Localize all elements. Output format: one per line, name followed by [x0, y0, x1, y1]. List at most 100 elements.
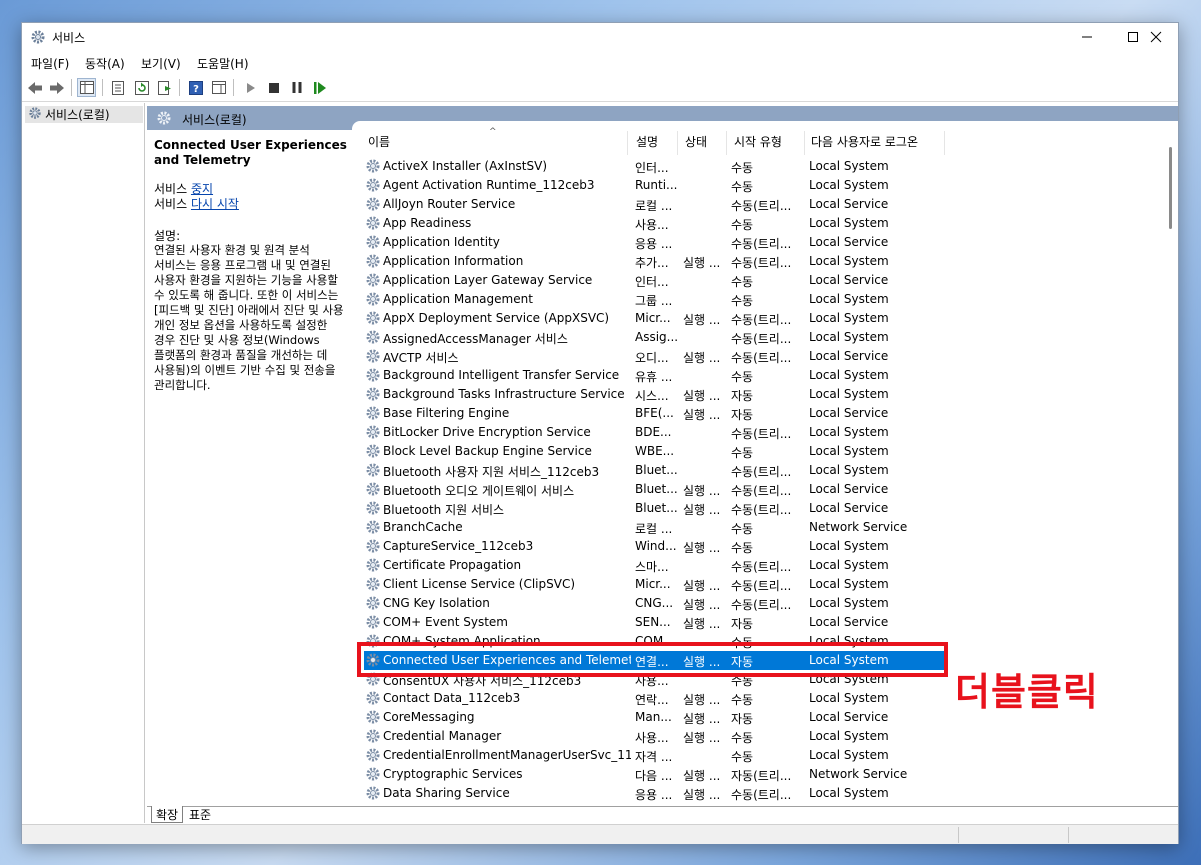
service-status: 실행 ...: [683, 389, 721, 403]
console-tree-icon[interactable]: [77, 78, 96, 97]
services-gear-icon: [156, 110, 172, 129]
service-gear-icon: [365, 690, 381, 709]
show-hide-pane-icon[interactable]: [209, 78, 228, 97]
service-name: AllJoyn Router Service: [383, 197, 516, 211]
service-row[interactable]: Block Level Backup Engine Service WBE... 수…: [364, 442, 944, 461]
service-startup-type: 자동: [731, 617, 754, 631]
service-row[interactable]: Bluetooth 지원 서비스 Bluet... 실행 ... 수동(트리... Lo…: [364, 499, 944, 518]
service-row[interactable]: AVCTP 서비스 오디... 실행 ... 수동(트리... Local Servic…: [364, 347, 944, 366]
services-gear-icon: [30, 29, 46, 48]
service-gear-icon: [365, 462, 381, 481]
service-row[interactable]: Application Identity 응용 ... 수동(트리... Local …: [364, 233, 944, 252]
stop-service-link[interactable]: 중지: [191, 182, 213, 196]
service-row[interactable]: Application Layer Gateway Service 인터... 수동…: [364, 271, 944, 290]
service-row[interactable]: Background Intelligent Transfer Service 유…: [364, 366, 944, 385]
service-row[interactable]: Application Information 추가... 실행 ... 수동(트리.…: [364, 252, 944, 271]
service-startup-type: 수동: [731, 541, 754, 555]
tab-extended[interactable]: 확장: [151, 806, 184, 823]
service-startup-type: 자동: [731, 389, 754, 403]
service-logon-as: Local Service: [809, 406, 889, 420]
column-header-startup[interactable]: 시작 유형: [734, 133, 810, 153]
service-row[interactable]: Agent Activation Runtime_112ceb3 Runti...…: [364, 176, 944, 195]
column-header-status[interactable]: 상태: [685, 133, 731, 153]
service-row[interactable]: AppX Deployment Service (AppXSVC) Micr...…: [364, 309, 944, 328]
export-list-icon[interactable]: [155, 78, 174, 97]
service-row[interactable]: App Readiness 사용... 수동 Local System: [364, 214, 944, 233]
service-row[interactable]: Credential Manager 사용... 실행 ... 수동 Local Sys…: [364, 727, 944, 746]
vertical-scrollbar[interactable]: [1164, 121, 1178, 806]
service-startup-type: 수동(트리...: [731, 427, 792, 441]
service-logon-as: Local Service: [809, 197, 889, 211]
service-name: CNG Key Isolation: [383, 596, 490, 610]
service-description: Runti...: [635, 178, 678, 192]
service-name: App Readiness: [383, 216, 472, 230]
service-row[interactable]: Data Sharing Service 응용 ... 실행 ... 수동(트리...…: [364, 784, 944, 803]
service-status: 실행 ...: [683, 712, 721, 726]
service-status: 실행 ...: [683, 769, 721, 783]
service-status: 실행 ...: [683, 503, 721, 517]
service-description: 자격 ...: [635, 750, 673, 764]
service-row[interactable]: CoreMessaging Man... 실행 ... 자동 Local Service: [364, 708, 944, 727]
action-prefix: 서비스: [154, 182, 188, 196]
service-gear-icon: [365, 310, 381, 329]
service-row[interactable]: Certificate Propagation 스마... 수동(트리... Loca…: [364, 556, 944, 575]
service-row[interactable]: CaptureService_112ceb3 Wind... 실행 ... 수동 Loc…: [364, 537, 944, 556]
service-gear-icon: [365, 215, 381, 234]
service-row[interactable]: AssignedAccessManager 서비스 Assig... 수동(트리..…: [364, 328, 944, 347]
service-row[interactable]: Bluetooth 사용자 지원 서비스_112ceb3 Bluet... 수동(트…: [364, 461, 944, 480]
service-name: BitLocker Drive Encryption Service: [383, 425, 591, 439]
close-button[interactable]: [1133, 23, 1179, 51]
menu-help[interactable]: 도움말(H): [197, 55, 249, 72]
service-row[interactable]: BranchCache 로컬 ... 수동 Network Service: [364, 518, 944, 537]
service-gear-icon: [365, 709, 381, 728]
service-name: Application Information: [383, 254, 524, 268]
title-bar[interactable]: 서비스: [22, 23, 1178, 51]
service-name: Credential Manager: [383, 729, 502, 743]
service-startup-type: 수동(트리...: [731, 788, 792, 802]
column-header-name[interactable]: 이름: [368, 133, 618, 153]
service-row[interactable]: Client License Service (ClipSVC) Micr... 실…: [364, 575, 944, 594]
forward-arrow-icon[interactable]: [47, 78, 66, 97]
service-row[interactable]: Contact Data_112ceb3 연락... 실행 ... 수동 Local S…: [364, 689, 944, 708]
service-row[interactable]: COM+ Event System SEN... 실행 ... 자동 Local Ser…: [364, 613, 944, 632]
service-row[interactable]: Cryptographic Services 다음 ... 실행 ... 자동(트리.…: [364, 765, 944, 784]
properties-sheet-icon[interactable]: [108, 78, 127, 97]
minimize-button[interactable]: [1064, 23, 1110, 51]
restart-service-link[interactable]: 다시 시작: [191, 197, 239, 211]
menu-action[interactable]: 동작(A): [85, 55, 125, 72]
pause-service-icon[interactable]: [287, 78, 306, 97]
stop-service-icon[interactable]: [264, 78, 283, 97]
menu-file[interactable]: 파일(F): [31, 55, 69, 72]
service-status: 실행 ...: [683, 579, 721, 593]
service-gear-icon: [365, 728, 381, 747]
service-status: 실행 ...: [683, 731, 721, 745]
service-gear-icon: [365, 481, 381, 500]
service-name: Cryptographic Services: [383, 767, 523, 781]
refresh-icon[interactable]: [132, 78, 151, 97]
service-startup-type: 수동: [731, 180, 754, 194]
service-row[interactable]: AllJoyn Router Service 로컬 ... 수동(트리... Loca…: [364, 195, 944, 214]
service-row[interactable]: Application Management 그룹 ... 수동 Local Syst…: [364, 290, 944, 309]
tree-item-services-local[interactable]: 서비스(로컬): [25, 106, 143, 123]
service-name: Bluetooth 오디오 게이트웨이 서비스: [383, 484, 575, 498]
restart-service-icon[interactable]: [310, 78, 329, 97]
start-service-icon[interactable]: [241, 78, 260, 97]
column-header-logon[interactable]: 다음 사용자로 로그온: [811, 133, 941, 153]
service-row[interactable]: CNG Key Isolation CNG... 실행 ... 수동(트리... Loc…: [364, 594, 944, 613]
menu-view[interactable]: 보기(V): [141, 55, 181, 72]
service-row[interactable]: ActiveX Installer (AxInstSV) 인터... 수동 Local…: [364, 157, 944, 176]
service-row[interactable]: CredentialEnrollmentManagerUserSvc_112c.…: [364, 746, 944, 765]
service-gear-icon: [365, 424, 381, 443]
service-row[interactable]: Background Tasks Infrastructure Service 시…: [364, 385, 944, 404]
service-row[interactable]: Base Filtering Engine BFE(... 실행 ... 자동 Loca…: [364, 404, 944, 423]
service-row[interactable]: Bluetooth 오디오 게이트웨이 서비스 Bluet... 실행 ... 수동(…: [364, 480, 944, 499]
column-header-desc[interactable]: 설명: [636, 133, 682, 153]
help-icon[interactable]: ?: [186, 78, 205, 97]
scrollbar-thumb[interactable]: [1169, 147, 1172, 229]
service-gear-icon: [365, 519, 381, 538]
service-row[interactable]: BitLocker Drive Encryption Service BDE...…: [364, 423, 944, 442]
service-description: 시스...: [635, 389, 669, 403]
tab-standard[interactable]: 표준: [185, 806, 215, 823]
service-logon-as: Local System: [809, 159, 889, 173]
back-arrow-icon[interactable]: [25, 78, 44, 97]
